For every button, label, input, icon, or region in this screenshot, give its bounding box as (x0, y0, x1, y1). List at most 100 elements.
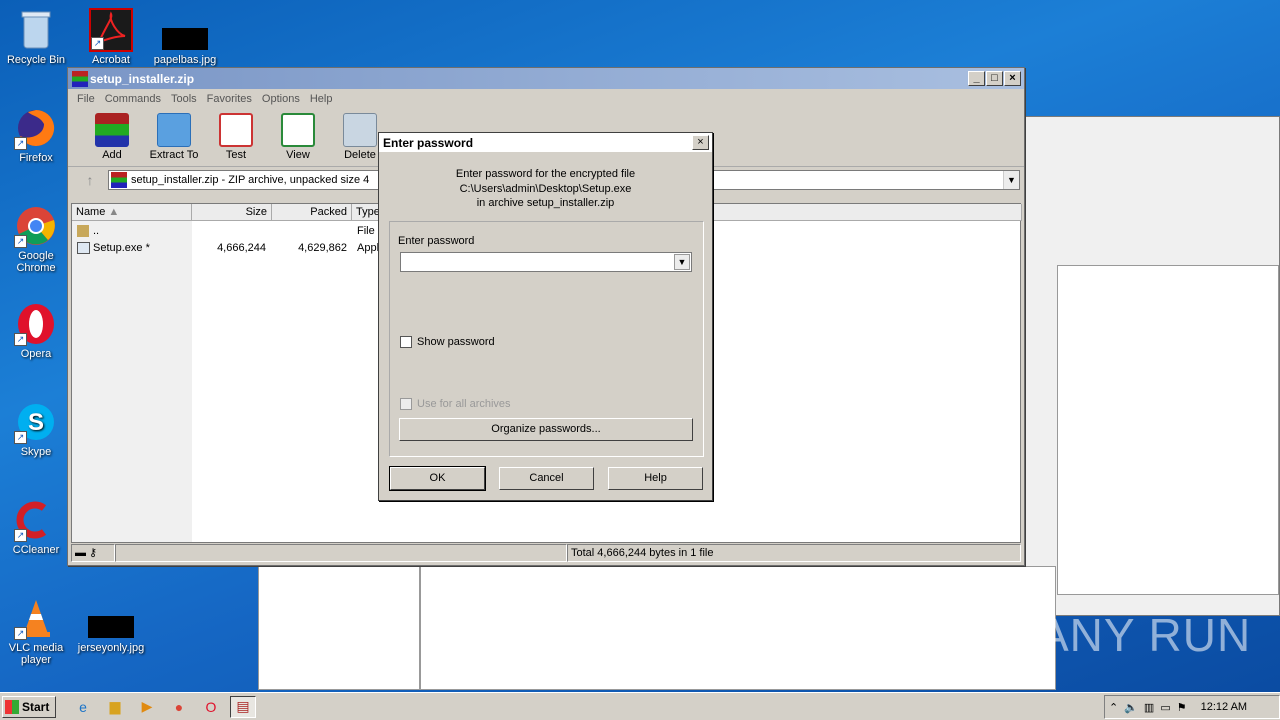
menu-options[interactable]: Options (257, 93, 305, 105)
window-titlebar[interactable]: setup_installer.zip (68, 68, 1024, 89)
tray-expand-icon[interactable]: ⌃ (1109, 701, 1118, 714)
anyrun-watermark: ANY RUN (1038, 609, 1252, 661)
show-password-checkbox[interactable] (400, 336, 412, 348)
dialog-message-line3: in archive setup_installer.zip (476, 197, 615, 209)
firefox-icon: ↗ (14, 106, 58, 150)
extract-to-label: Extract To (149, 149, 199, 161)
taskbar-winrar-icon[interactable]: ▤ (230, 695, 256, 718)
menu-favorites[interactable]: Favorites (202, 93, 257, 105)
close-button[interactable]: × (1004, 71, 1021, 86)
desktop-icon-papelbas[interactable]: papelbas.jpg (150, 16, 220, 66)
chrome-icon: ↗ (14, 204, 58, 248)
dialog-close-button[interactable]: × (692, 135, 709, 150)
taskbar-chrome-icon[interactable]: ● (166, 696, 192, 718)
skype-icon: S ↗ (14, 400, 58, 444)
menu-help[interactable]: Help (305, 93, 338, 105)
up-arrow-icon[interactable]: ↑ (72, 172, 108, 188)
maximize-button[interactable]: □ (986, 71, 1003, 86)
opera-icon: ↗ (14, 302, 58, 346)
ok-button[interactable]: OK (389, 466, 486, 491)
shortcut-arrow-icon: ↗ (91, 37, 104, 50)
desktop-icon-skype[interactable]: S ↗ Skype (1, 400, 71, 458)
chevron-down-icon[interactable]: ▼ (674, 254, 690, 270)
dialog-title: Enter password (383, 135, 474, 150)
windows-flag-icon (5, 699, 19, 714)
trash-icon (343, 113, 377, 147)
row-name: .. (93, 225, 100, 237)
password-label: Enter password (398, 235, 475, 247)
table-row[interactable]: .. File (72, 223, 402, 240)
column-header-packed[interactable]: Packed (272, 204, 352, 221)
column-header-size[interactable]: Size (192, 204, 272, 221)
row-name: Setup.exe * (93, 242, 150, 254)
test-label: Test (225, 149, 247, 161)
table-row[interactable]: Setup.exe * 4,666,244 4,629,862 Appl (72, 240, 402, 257)
desktop-icon-acrobat[interactable]: ↗ Acrobat (76, 8, 146, 66)
status-left (115, 544, 567, 562)
network-icon[interactable]: ▥ (1144, 701, 1154, 714)
column-size-label: Size (245, 206, 267, 218)
use-for-all-archives-checkbox[interactable] (400, 398, 412, 410)
menu-commands[interactable]: Commands (100, 93, 166, 105)
address-text: setup_installer.zip - ZIP archive, unpac… (131, 174, 370, 186)
desktop-icon-label: jerseyonly.jpg (77, 642, 145, 654)
minimize-button[interactable]: _ (968, 71, 985, 86)
password-group: Enter password ▼ Show password Use for a… (389, 221, 704, 457)
help-button[interactable]: Help (608, 467, 703, 490)
test-button[interactable]: Test (208, 109, 264, 161)
background-window (1020, 116, 1280, 616)
desktop-icon-label: CCleaner (12, 544, 60, 556)
desktop-icon-vlc[interactable]: ↗ VLC media player (1, 596, 71, 666)
dialog-message-line1: Enter password for the encrypted file (455, 168, 636, 180)
vlc-cone-icon: ↗ (14, 596, 58, 640)
taskbar-opera-icon[interactable]: O (198, 696, 224, 718)
clock[interactable]: 12:12 AM (1201, 701, 1247, 713)
show-password-label[interactable]: Show password (417, 336, 495, 348)
dialog-titlebar[interactable]: Enter password (379, 133, 712, 153)
volume-icon[interactable]: 🔈 (1124, 701, 1138, 714)
add-label: Add (102, 149, 122, 161)
shortcut-arrow-icon: ↗ (14, 235, 27, 248)
shortcut-arrow-icon: ↗ (14, 137, 27, 150)
menu-tools[interactable]: Tools (166, 93, 202, 105)
desktop-icon-label: Google Chrome (16, 250, 56, 274)
winrar-icon (72, 70, 88, 87)
column-name-label: Name (76, 206, 106, 218)
start-button[interactable]: Start (2, 695, 56, 718)
action-center-flag-icon[interactable]: ⚑ (1177, 701, 1187, 714)
row-type: File (357, 225, 375, 237)
start-label: Start (22, 699, 50, 714)
status-drive-icons[interactable]: ▬ ⚷ (71, 544, 115, 562)
desktop-icon-label: Skype (20, 446, 52, 458)
shortcut-arrow-icon: ↗ (14, 627, 27, 640)
extract-to-button[interactable]: Extract To (146, 109, 202, 161)
desktop-icon-opera[interactable]: ↗ Opera (1, 302, 71, 360)
background-window-pane (1057, 265, 1279, 595)
dialog-message: Enter password for the encrypted file C:… (379, 167, 712, 211)
password-input[interactable]: ▼ (400, 252, 692, 272)
desktop-icon-chrome[interactable]: ↗ Google Chrome (1, 204, 71, 274)
chevron-down-icon[interactable]: ▼ (1003, 171, 1019, 189)
monitor-icon[interactable]: ▭ (1160, 701, 1170, 714)
background-window-lower-pane (258, 566, 420, 690)
book-view-icon (281, 113, 315, 147)
column-header-name[interactable]: Name ▲ (72, 204, 192, 221)
desktop-icon-ccleaner[interactable]: ↗ CCleaner (1, 498, 71, 556)
background-window-lower-pane (420, 566, 1056, 690)
desktop-icon-recycle-bin[interactable]: Recycle Bin (1, 8, 71, 66)
taskbar-ie-icon[interactable]: e (70, 696, 96, 718)
desktop-icon-label: Firefox (19, 152, 53, 164)
column-type-label: Type (356, 206, 380, 218)
desktop-icon-jerseyonly[interactable]: jerseyonly.jpg (76, 604, 146, 654)
organize-passwords-button[interactable]: Organize passwords... (399, 418, 693, 441)
menu-file[interactable]: File (72, 93, 100, 105)
add-button[interactable]: Add (84, 109, 140, 161)
enter-password-dialog: Enter password × Enter password for the … (378, 132, 713, 501)
desktop-icon-label: Recycle Bin (6, 54, 66, 66)
shortcut-arrow-icon: ↗ (14, 333, 27, 346)
taskbar-media-player-icon[interactable]: ▶ (134, 696, 160, 718)
desktop-icon-firefox[interactable]: ↗ Firefox (1, 106, 71, 164)
taskbar-explorer-icon[interactable]: ▆ (102, 696, 128, 718)
view-button[interactable]: View (270, 109, 326, 161)
cancel-button[interactable]: Cancel (499, 467, 594, 490)
